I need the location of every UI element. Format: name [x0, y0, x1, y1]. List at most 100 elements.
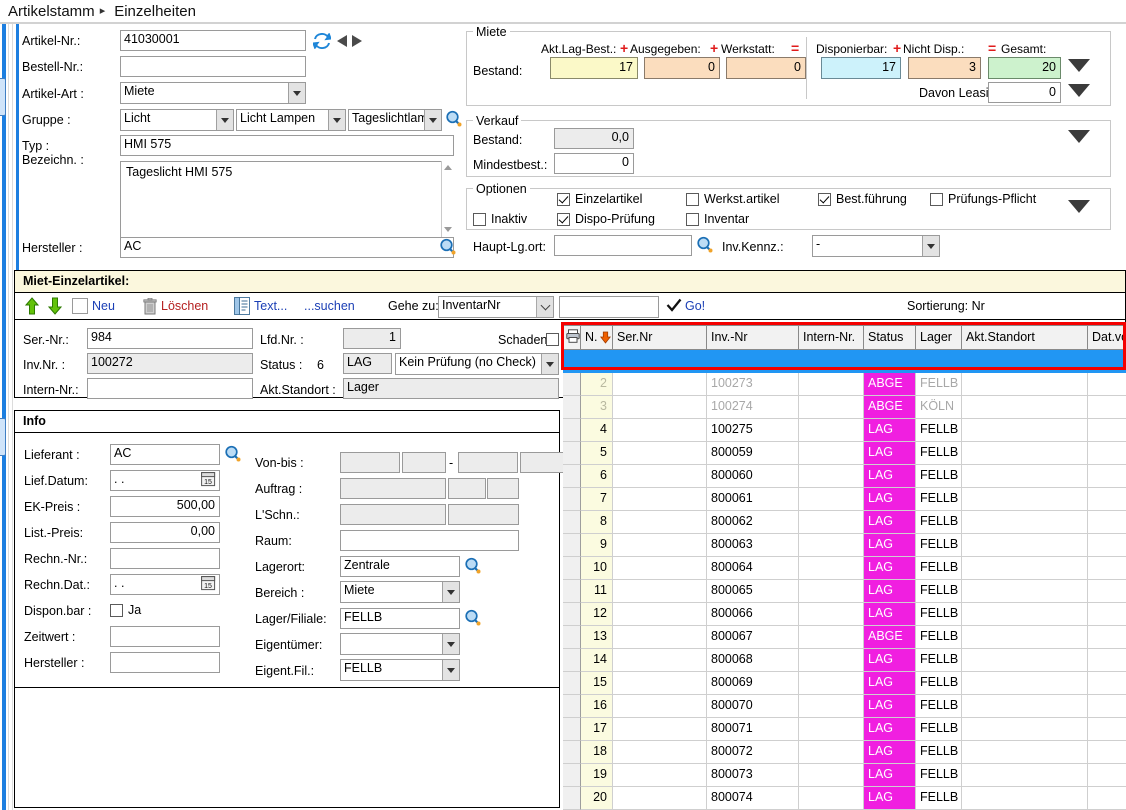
- cell-intern[interactable]: [799, 557, 864, 580]
- cell-standort[interactable]: [962, 465, 1088, 488]
- gehe-zu-input[interactable]: [559, 296, 659, 318]
- cell-lager[interactable]: FELLB: [916, 626, 962, 649]
- cell-lager[interactable]: FELLB: [916, 672, 962, 695]
- cell-nr[interactable]: 12: [581, 603, 613, 626]
- table-row[interactable]: 12 800066 LAG FELLB: [563, 603, 1126, 626]
- cell-intern[interactable]: [799, 488, 864, 511]
- cell-standort[interactable]: [962, 373, 1088, 396]
- checkbox-bestfuehrung[interactable]: [818, 193, 831, 206]
- list-preis-input[interactable]: 0,00: [110, 522, 220, 543]
- cell-lager[interactable]: FELLB: [916, 695, 962, 718]
- cell-lager[interactable]: KÖLN: [916, 396, 962, 419]
- cell-status[interactable]: LAG: [864, 465, 916, 488]
- cell-nr[interactable]: 6: [581, 465, 613, 488]
- cell-ind[interactable]: [563, 741, 581, 764]
- cell-intern[interactable]: [799, 511, 864, 534]
- table-row[interactable]: 5 800059 LAG FELLB: [563, 442, 1126, 465]
- ek-preis-input[interactable]: 500,00: [110, 496, 220, 517]
- cell-status[interactable]: LAG: [864, 511, 916, 534]
- table-row[interactable]: 13 800067 ABGE FELLB: [563, 626, 1126, 649]
- rechn-nr-input[interactable]: [110, 548, 220, 569]
- artikel-art-select[interactable]: Miete: [120, 82, 306, 104]
- cell-inv_nr[interactable]: 800072: [707, 741, 799, 764]
- cell-ind[interactable]: [563, 465, 581, 488]
- status-text-select[interactable]: Kein Prüfung (no Check): [395, 353, 559, 375]
- cell-intern[interactable]: [799, 603, 864, 626]
- cell-inv_nr[interactable]: 800067: [707, 626, 799, 649]
- cell-status[interactable]: LAG: [864, 695, 916, 718]
- table-row[interactable]: 20 800074 LAG FELLB: [563, 787, 1126, 810]
- cell-ind[interactable]: [563, 488, 581, 511]
- mindestbest-input[interactable]: 0: [554, 153, 634, 174]
- typ-input[interactable]: HMI 575: [120, 135, 454, 156]
- cell-ind[interactable]: [563, 626, 581, 649]
- cell-status[interactable]: LAG: [864, 672, 916, 695]
- grid-header-dat_von[interactable]: Dat.von: [1088, 325, 1126, 350]
- cell-ser_nr[interactable]: [613, 764, 707, 787]
- cell-standort[interactable]: [962, 511, 1088, 534]
- cell-ser_nr[interactable]: [613, 580, 707, 603]
- move-up-icon[interactable]: [25, 297, 39, 315]
- cell-inv_nr[interactable]: 800066: [707, 603, 799, 626]
- cell-lager[interactable]: FELLB: [916, 603, 962, 626]
- cell-ind[interactable]: [563, 396, 581, 419]
- cell-standort[interactable]: [962, 442, 1088, 465]
- cell-dat_von[interactable]: [1088, 396, 1126, 419]
- cell-intern[interactable]: [799, 373, 864, 396]
- cell-status[interactable]: LAG: [864, 488, 916, 511]
- cell-status[interactable]: LAG: [864, 442, 916, 465]
- cell-nr[interactable]: 14: [581, 649, 613, 672]
- previous-record-icon[interactable]: [336, 34, 349, 48]
- lieferant-search-icon[interactable]: [224, 445, 241, 462]
- grid-header-standort[interactable]: Akt.Standort: [962, 325, 1088, 350]
- cell-dat_von[interactable]: [1088, 373, 1126, 396]
- grid-header-lager[interactable]: Lager: [916, 325, 962, 350]
- cell-ind[interactable]: [563, 419, 581, 442]
- move-down-icon[interactable]: [48, 297, 62, 315]
- cell-inv_nr[interactable]: 100273: [707, 373, 799, 396]
- cell-intern[interactable]: [799, 396, 864, 419]
- grid-header-ser_nr[interactable]: Ser.Nr: [613, 325, 707, 350]
- cell-status[interactable]: ABGE: [864, 626, 916, 649]
- cell-dat_von[interactable]: [1088, 672, 1126, 695]
- table-row[interactable]: 19 800073 LAG FELLB: [563, 764, 1126, 787]
- table-row[interactable]: 3 100274 ABGE KÖLN: [563, 396, 1126, 419]
- cell-nr[interactable]: 8: [581, 511, 613, 534]
- cell-dat_von[interactable]: [1088, 626, 1126, 649]
- checkbox-werkst-artikel[interactable]: [686, 193, 699, 206]
- cell-dat_von[interactable]: [1088, 511, 1126, 534]
- cell-intern[interactable]: [799, 741, 864, 764]
- cell-intern[interactable]: [799, 787, 864, 810]
- info-hersteller-input[interactable]: [110, 652, 220, 673]
- raum-input[interactable]: [340, 530, 519, 551]
- cell-nr[interactable]: 19: [581, 764, 613, 787]
- calendar-icon[interactable]: 15: [201, 472, 216, 487]
- cell-ser_nr[interactable]: [613, 488, 707, 511]
- cell-ind[interactable]: [563, 511, 581, 534]
- cell-lager[interactable]: FELLB: [916, 465, 962, 488]
- cell-ind[interactable]: [563, 764, 581, 787]
- cell-standort[interactable]: [962, 672, 1088, 695]
- grid-header-status[interactable]: Status: [864, 325, 916, 350]
- artikel-nr-input[interactable]: 41030001: [120, 30, 306, 51]
- gruppe-search-icon[interactable]: [445, 110, 462, 127]
- cell-inv_nr[interactable]: 100275: [707, 419, 799, 442]
- cell-status[interactable]: LAG: [864, 649, 916, 672]
- cell-dat_von[interactable]: [1088, 557, 1126, 580]
- neu-button[interactable]: Neu: [92, 299, 115, 313]
- chevron-down-icon[interactable]: [536, 297, 553, 317]
- cell-ser_nr[interactable]: [613, 442, 707, 465]
- schaden-checkbox[interactable]: [546, 333, 559, 346]
- hersteller-input[interactable]: AC: [120, 237, 454, 258]
- table-row[interactable]: 17 800071 LAG FELLB: [563, 718, 1126, 741]
- table-row[interactable]: 6 800060 LAG FELLB: [563, 465, 1126, 488]
- check-icon[interactable]: [666, 298, 682, 314]
- gesamt-input[interactable]: 20: [988, 57, 1061, 79]
- grid-body[interactable]: ▶1984100272LAGFELLBLager2100273ABGEFELLB…: [563, 350, 1126, 810]
- cell-nr[interactable]: 13: [581, 626, 613, 649]
- cell-inv_nr[interactable]: 800074: [707, 787, 799, 810]
- cell-status[interactable]: LAG: [864, 741, 916, 764]
- miete-expand-icon[interactable]: [1068, 59, 1090, 72]
- cell-standort[interactable]: [962, 580, 1088, 603]
- cell-intern[interactable]: [799, 442, 864, 465]
